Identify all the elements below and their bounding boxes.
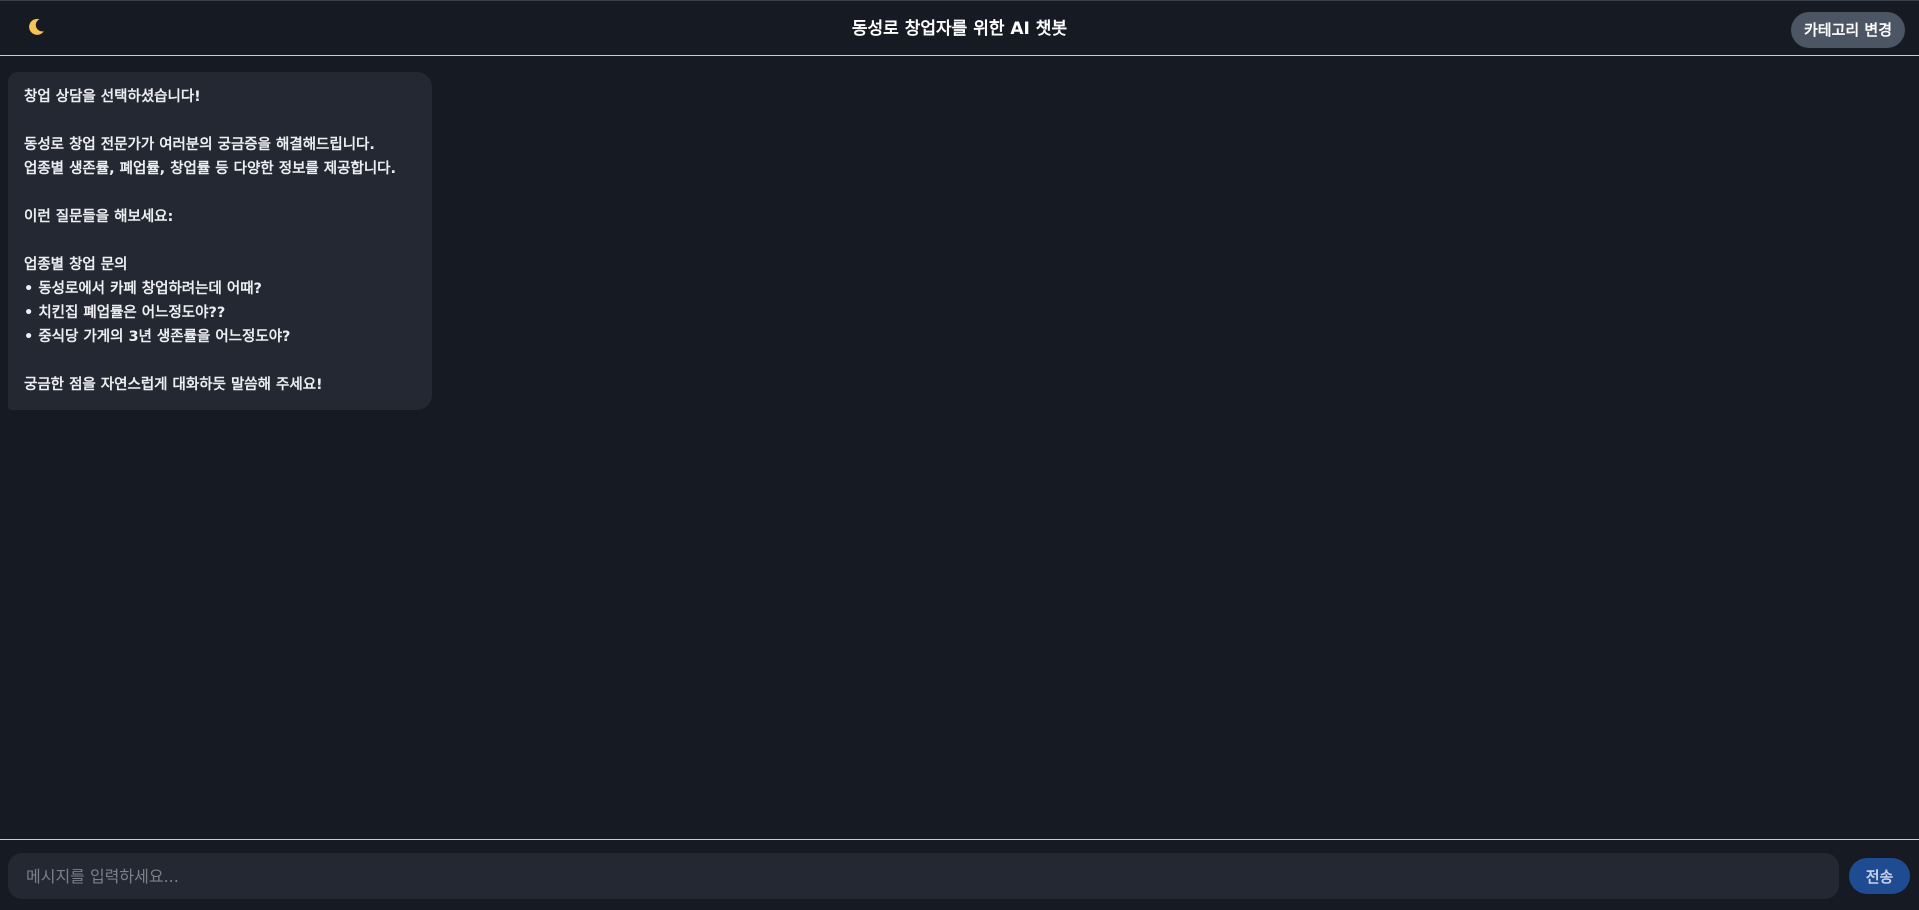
bot-message-bubble: 창업 상담을 선택하셨습니다! 동성로 창업 전문가가 여러분의 궁금증을 해결… [8,72,432,410]
message-line [24,229,416,253]
theme-toggle-button[interactable] [22,15,50,43]
message-line: 창업 상담을 선택하셨습니다! [24,89,201,105]
message-line: 업종별 생존률, 폐업률, 창업률 등 다양한 정보를 제공합니다. [24,161,397,177]
message-line: • 치킨집 폐업률은 어느정도야?? [24,305,226,321]
header-bar: 동성로 창업자를 위한 AI 챗봇 카테고리 변경 [0,0,1919,56]
message-line: 궁금한 점을 자연스럽게 대화하듯 말씀해 주세요! [24,377,323,393]
message-list: 창업 상담을 선택하셨습니다! 동성로 창업 전문가가 여러분의 궁금증을 해결… [0,57,1919,839]
moon-icon [26,17,46,41]
composer-bar: 전송 [0,839,1919,910]
message-line [24,181,416,205]
message-line [24,349,416,373]
message-line: 동성로 창업 전문가가 여러분의 궁금증을 해결해드립니다. [24,137,375,153]
change-category-button[interactable]: 카테고리 변경 [1790,12,1905,48]
send-button[interactable]: 전송 [1849,858,1910,894]
chat-app: 동성로 창업자를 위한 AI 챗봇 카테고리 변경 창업 상담을 선택하셨습니다… [0,0,1919,910]
message-line [24,109,416,133]
page-title: 동성로 창업자를 위한 AI 챗봇 [851,19,1068,39]
message-line: • 동성로에서 카페 창업하려는데 어때? [24,281,262,297]
message-line: 이런 질문들을 해보세요: [24,209,174,225]
message-line: 업종별 창업 문의 [24,257,128,273]
message-input[interactable] [8,853,1839,899]
message-line: • 중식당 가게의 3년 생존률을 어느정도야? [24,329,291,345]
